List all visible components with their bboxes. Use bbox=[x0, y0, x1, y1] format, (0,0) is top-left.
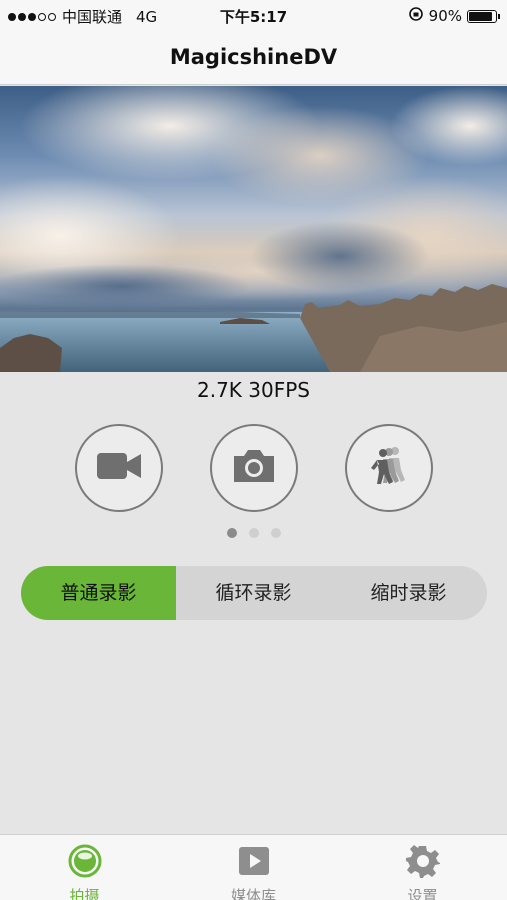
tab-shoot[interactable]: 拍摄 bbox=[0, 835, 169, 900]
tab-settings[interactable]: 设置 bbox=[338, 835, 507, 900]
segment-timelapse-record[interactable]: 缩时录影 bbox=[331, 566, 486, 620]
tab-settings-label: 设置 bbox=[407, 887, 438, 900]
page-title: MagicshineDV bbox=[0, 30, 507, 85]
status-bar: 中国联通 4G 下午5:17 90% bbox=[0, 0, 507, 30]
tab-media[interactable]: 媒体库 bbox=[169, 835, 338, 900]
tab-bar: 拍摄 媒体库 设置 bbox=[0, 834, 507, 900]
page-dot[interactable] bbox=[248, 528, 259, 538]
tab-media-label: 媒体库 bbox=[230, 887, 276, 900]
battery-percent: 90% bbox=[428, 7, 462, 25]
photo-mode-button[interactable] bbox=[210, 424, 298, 512]
shoot-icon bbox=[68, 844, 102, 882]
segment-normal-record[interactable]: 普通录影 bbox=[21, 566, 176, 620]
burst-runner-icon bbox=[365, 442, 413, 494]
photo-camera-icon bbox=[230, 446, 278, 490]
rotation-lock-icon bbox=[408, 6, 424, 26]
landscape-image bbox=[0, 86, 507, 372]
gear-icon bbox=[405, 844, 440, 882]
page-dot[interactable] bbox=[226, 528, 237, 538]
page-dot[interactable] bbox=[270, 528, 281, 538]
play-icon bbox=[237, 844, 271, 882]
segment-loop-record[interactable]: 循环录影 bbox=[176, 566, 331, 620]
burst-mode-button[interactable] bbox=[345, 424, 433, 512]
video-mode-button[interactable] bbox=[75, 424, 163, 512]
resolution-label: 2.7K 30FPS bbox=[197, 378, 310, 402]
camera-preview[interactable] bbox=[0, 86, 507, 372]
video-camera-icon bbox=[95, 449, 143, 487]
battery-icon bbox=[467, 9, 500, 23]
tab-shoot-label: 拍摄 bbox=[69, 887, 100, 900]
page-indicator bbox=[0, 528, 507, 538]
status-right: 90% bbox=[408, 6, 500, 26]
record-mode-selector: 普通录影 循环录影 缩时录影 bbox=[21, 566, 487, 620]
